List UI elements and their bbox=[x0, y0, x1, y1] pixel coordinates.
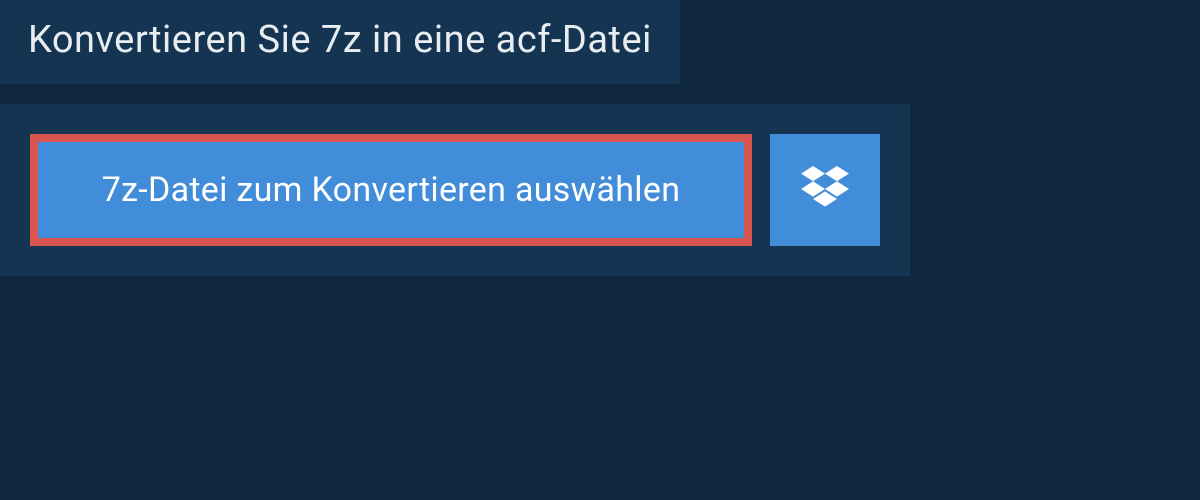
select-file-button[interactable]: 7z-Datei zum Konvertieren auswählen bbox=[30, 134, 752, 246]
dropbox-icon bbox=[801, 166, 849, 214]
upload-panel: 7z-Datei zum Konvertieren auswählen bbox=[0, 104, 910, 276]
select-file-button-label: 7z-Datei zum Konvertieren auswählen bbox=[102, 170, 681, 210]
page-title: Konvertieren Sie 7z in eine acf-Datei bbox=[28, 18, 652, 62]
title-bar: Konvertieren Sie 7z in eine acf-Datei bbox=[0, 0, 680, 84]
dropbox-button[interactable] bbox=[770, 134, 880, 246]
